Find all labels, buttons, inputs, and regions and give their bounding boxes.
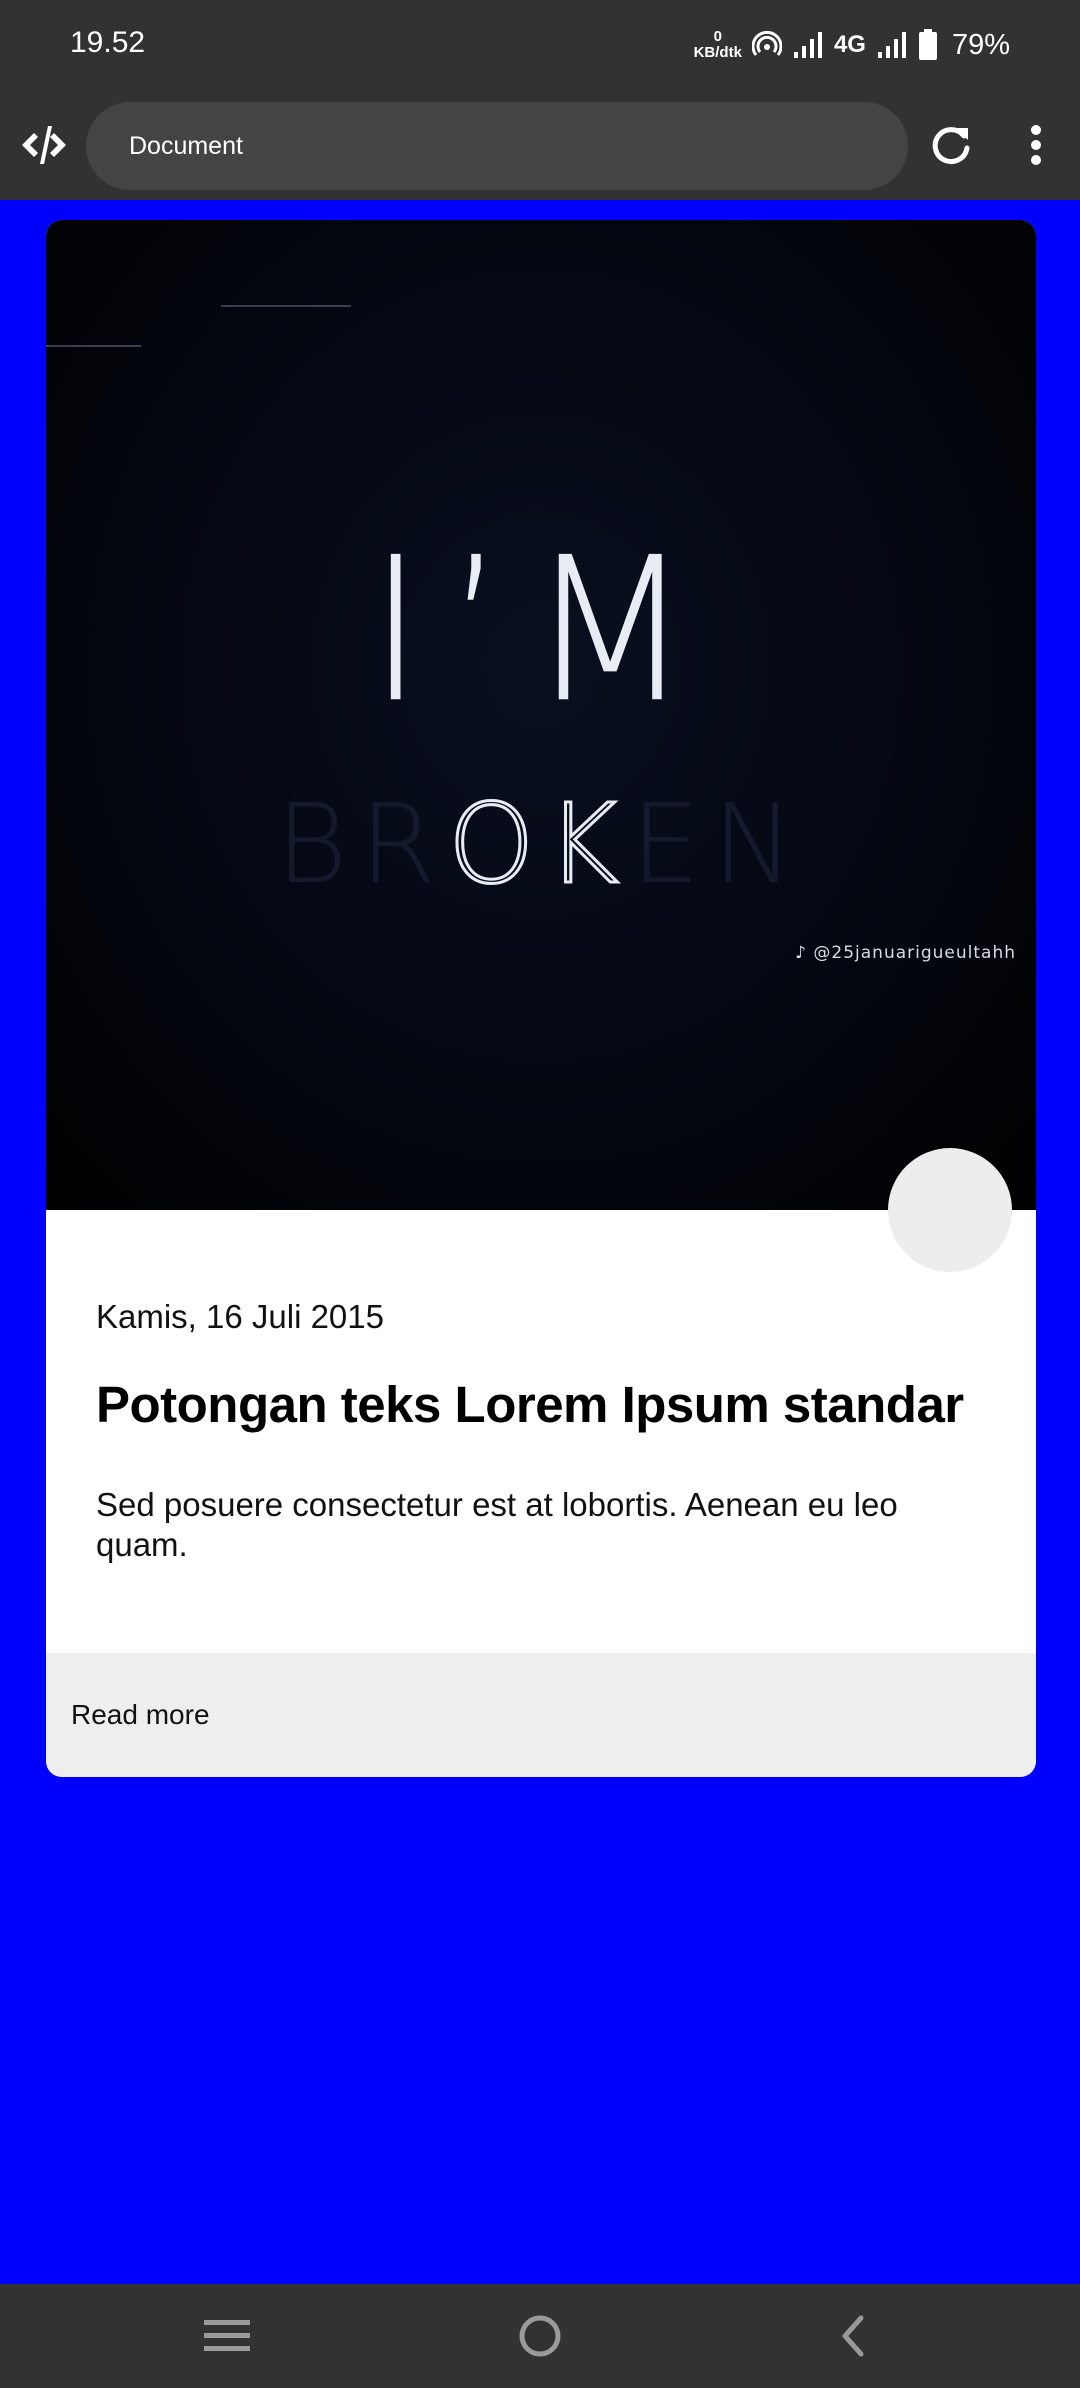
network-type: 4G — [833, 31, 866, 58]
avatar — [888, 1148, 1012, 1272]
battery-percent: 79% — [951, 28, 1010, 61]
network-speed-value: 0 — [713, 28, 722, 46]
decorative-line — [46, 345, 141, 347]
url-text: Document — [129, 131, 243, 160]
decorative-line — [221, 305, 351, 307]
image-text-im: I’M — [367, 514, 715, 747]
status-indicators: 0 KB/dtk 4G 79% — [694, 20, 1010, 70]
article-card: I’M BROKEN ♪ @25januarigueultahh Kamis, … — [46, 220, 1036, 1777]
signal-icon — [793, 32, 822, 58]
network-speed-unit: KB/dtk — [693, 44, 742, 61]
image-text-broken-left: BR — [275, 780, 448, 908]
reload-icon[interactable] — [928, 122, 974, 168]
recent-apps-button[interactable] — [127, 2284, 327, 2388]
system-navigation-bar — [0, 2284, 1080, 2388]
image-text-broken: BROKEN — [46, 779, 1036, 910]
battery-icon — [918, 29, 937, 60]
browser-toolbar: Document — [0, 90, 1080, 200]
recent-apps-icon — [204, 2320, 250, 2351]
read-more-link[interactable]: Read more — [71, 1699, 210, 1731]
card-body-text: Sed posuere consectetur est at lobortis.… — [96, 1486, 898, 1563]
hotspot-icon — [751, 30, 782, 56]
card-footer: Read more — [46, 1653, 1036, 1777]
network-speed: 0 KB/dtk — [694, 29, 742, 61]
overflow-menu-icon[interactable] — [1024, 122, 1048, 168]
image-text-broken-right: EN — [630, 780, 807, 908]
back-button[interactable] — [752, 2284, 952, 2388]
url-bar[interactable]: Document — [86, 102, 908, 190]
card-title: Potongan teks Lorem Ipsum standar — [96, 1376, 964, 1433]
signal-icon-2 — [877, 32, 906, 58]
status-bar: 19.52 0 KB/dtk 4G 79% — [0, 0, 1080, 90]
card-date: Kamis, 16 Juli 2015 — [96, 1298, 384, 1335]
app-logo-icon[interactable] — [18, 122, 70, 168]
home-icon — [519, 2315, 561, 2357]
status-time: 19.52 — [70, 26, 146, 59]
image-watermark: ♪ @25januarigueultahh — [795, 943, 1016, 963]
card-image: I’M BROKEN ♪ @25januarigueultahh — [46, 220, 1036, 1210]
image-text-broken-center: OK — [446, 779, 631, 910]
back-icon — [842, 2315, 864, 2357]
home-button[interactable] — [440, 2284, 640, 2388]
